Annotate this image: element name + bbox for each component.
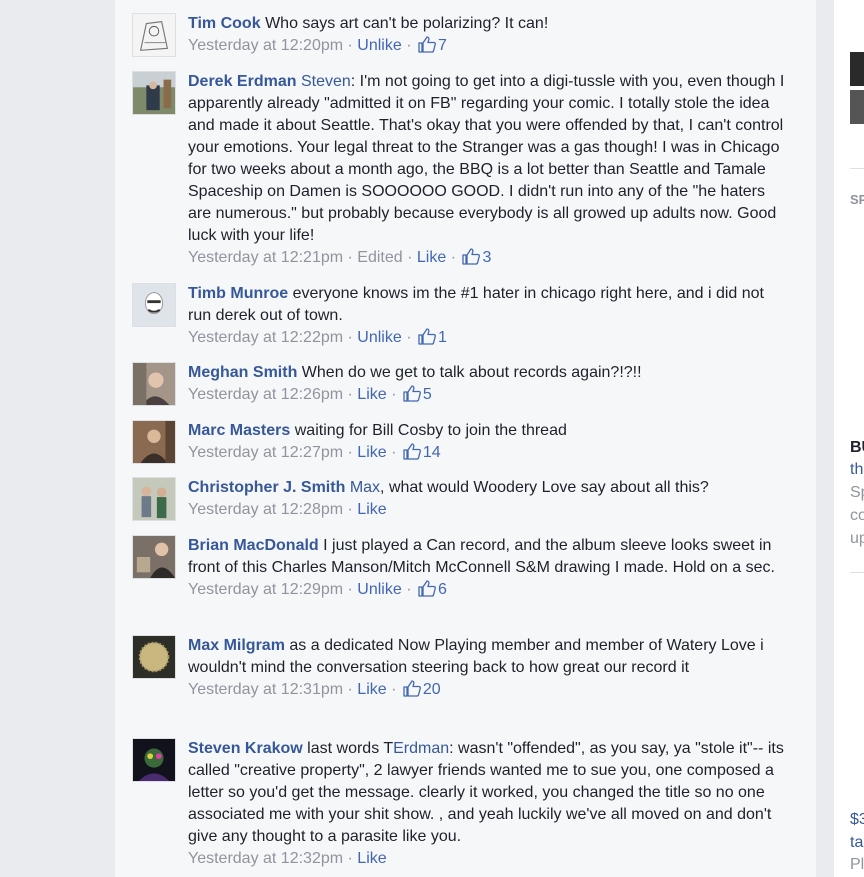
comment-timestamp[interactable]: Yesterday at 12:22pm [188, 329, 343, 346]
comment-text: , what would Woodery Love say about all … [380, 479, 709, 496]
comment-timestamp[interactable]: Yesterday at 12:31pm [188, 681, 343, 698]
section-divider [850, 572, 864, 573]
avatar[interactable] [132, 71, 176, 115]
comment-author[interactable]: Tim Cook [188, 15, 261, 32]
comment-meta: Yesterday at 12:32pm · Like [188, 850, 387, 867]
comment-text-prefix: last words T [307, 740, 394, 757]
comment-meta: Yesterday at 12:29pm · Unlike · 6 [188, 580, 788, 603]
avatar[interactable] [132, 13, 176, 57]
avatar[interactable] [132, 535, 176, 579]
thumbnail-image[interactable] [850, 90, 864, 124]
avatar[interactable] [132, 362, 176, 406]
like-count[interactable]: 3 [460, 248, 491, 266]
comment-author[interactable]: Steven Krakow [188, 740, 303, 757]
right-column: SP BU th Sp co up $3 ta Pl [834, 0, 864, 877]
comment-timestamp[interactable]: Yesterday at 12:26pm [188, 386, 343, 403]
comment-meta: Yesterday at 12:27pm · Like · 14 [188, 443, 788, 466]
unlike-button[interactable]: Unlike [357, 329, 401, 346]
thumbs-up-icon [462, 248, 481, 271]
thumbs-up-icon [403, 385, 421, 408]
comment-timestamp[interactable]: Yesterday at 12:20pm [188, 37, 343, 54]
like-count[interactable]: 5 [401, 385, 432, 403]
comment-timestamp[interactable]: Yesterday at 12:32pm [188, 850, 343, 867]
thumbs-up-icon [418, 580, 436, 603]
mention-link[interactable]: Erdman [393, 740, 449, 757]
comment-text: : I'm not going to get into a digi-tussl… [188, 73, 785, 244]
like-button[interactable]: Like [357, 386, 386, 403]
thumbs-up-icon [418, 328, 436, 351]
ad-title[interactable]: $3 [850, 810, 864, 830]
comment-author[interactable]: Derek Erdman [188, 73, 297, 90]
unlike-button[interactable]: Unlike [357, 581, 401, 598]
comment-text: waiting for Bill Cosby to join the threa… [294, 422, 567, 439]
avatar[interactable] [132, 477, 176, 521]
comment-author[interactable]: Timb Munroe [188, 285, 288, 302]
unlike-button[interactable]: Unlike [357, 37, 401, 54]
comment-timestamp[interactable]: Yesterday at 12:28pm [188, 501, 343, 518]
comment-meta: Yesterday at 12:22pm · Unlike · 1 [188, 328, 788, 351]
like-button[interactable]: Like [357, 444, 386, 461]
like-count[interactable]: 20 [401, 680, 441, 698]
avatar[interactable] [132, 738, 176, 782]
like-button[interactable]: Like [357, 681, 386, 698]
avatar[interactable] [132, 420, 176, 464]
like-button[interactable]: Like [357, 850, 386, 867]
like-button[interactable]: Like [357, 501, 386, 518]
ad-text: co [850, 507, 864, 524]
comment-author[interactable]: Brian MacDonald [188, 537, 319, 554]
comment-text: Who says art can't be polarizing? It can… [265, 15, 549, 32]
thumbs-up-icon [418, 36, 436, 59]
comment-meta: Yesterday at 12:31pm · Like · 20 [188, 680, 788, 703]
section-divider [850, 168, 864, 169]
avatar[interactable] [132, 283, 176, 327]
thumbs-up-icon [403, 443, 421, 466]
mention-link[interactable]: Max [350, 479, 380, 496]
comment-meta: Yesterday at 12:21pm · Edited · Like · 3 [188, 248, 788, 271]
comment-author[interactable]: Marc Masters [188, 422, 290, 439]
comment-text: When do we get to talk about records aga… [301, 364, 642, 381]
edited-label[interactable]: Edited [357, 249, 402, 266]
like-count[interactable]: 1 [416, 328, 447, 346]
comment-meta: Yesterday at 12:28pm · Like [188, 501, 387, 518]
like-count[interactable]: 6 [416, 580, 447, 598]
avatar[interactable] [132, 635, 176, 679]
ad-link[interactable]: th [850, 460, 863, 480]
ad-link[interactable]: ta [850, 833, 863, 853]
ad-text: Pl [850, 856, 864, 873]
thumbnail-image[interactable] [850, 52, 864, 86]
comment-timestamp[interactable]: Yesterday at 12:21pm [188, 249, 343, 266]
comment-timestamp[interactable]: Yesterday at 12:29pm [188, 581, 343, 598]
thumbs-up-icon [403, 680, 421, 703]
comment-timestamp[interactable]: Yesterday at 12:27pm [188, 444, 343, 461]
like-button[interactable]: Like [417, 249, 446, 266]
comment-author[interactable]: Christopher J. Smith [188, 479, 345, 496]
like-count[interactable]: 14 [401, 443, 441, 461]
comment-author[interactable]: Max Milgram [188, 637, 285, 654]
like-count[interactable]: 7 [416, 36, 447, 54]
mention-link[interactable]: Steven [301, 73, 351, 90]
comment-thread: Tim Cook Who says art can't be polarizin… [115, 0, 816, 877]
ad-title[interactable]: BU [850, 438, 864, 458]
comment-meta: Yesterday at 12:26pm · Like · 5 [188, 385, 788, 408]
sponsored-header: SP [850, 192, 864, 207]
column-gutter [816, 0, 834, 877]
comment-author[interactable]: Meghan Smith [188, 364, 297, 381]
ad-text: Sp [850, 484, 864, 501]
comment-meta: Yesterday at 12:20pm · Unlike · 7 [188, 36, 788, 59]
ad-text: up [850, 530, 864, 547]
